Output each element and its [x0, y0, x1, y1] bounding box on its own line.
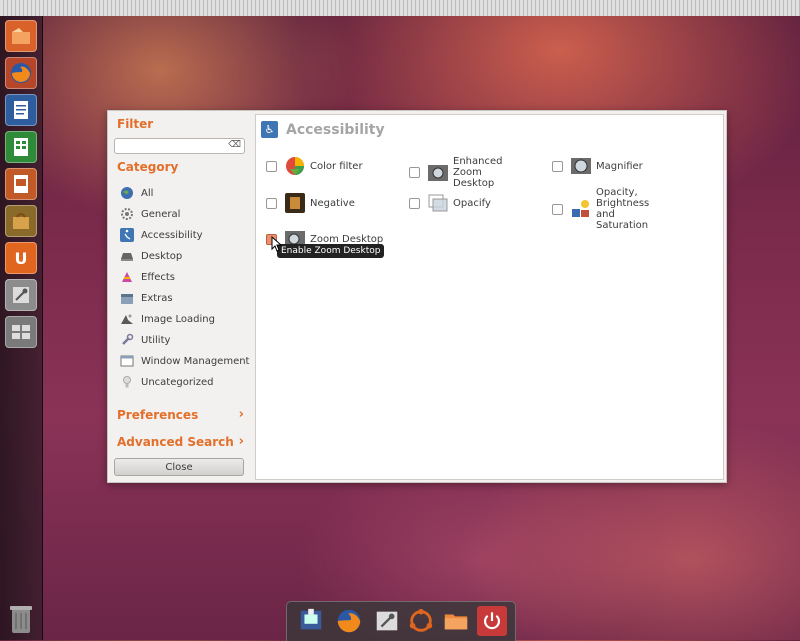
category-extras[interactable]: Extras	[120, 289, 173, 307]
globe-icon	[121, 187, 133, 199]
chevron-right-icon: ›	[238, 434, 244, 449]
mouse-cursor-icon	[271, 236, 283, 252]
plugin-checkbox[interactable]	[266, 160, 277, 172]
sidebar: Filter ⌫ Category All General Accessibil…	[108, 111, 254, 482]
plugin-checkbox[interactable]	[409, 167, 420, 178]
writer-icon[interactable]	[5, 94, 37, 126]
chevron-right-icon: ›	[238, 407, 244, 422]
color-filter-icon	[286, 157, 304, 175]
plugin-label: Negative	[310, 197, 355, 209]
category-all[interactable]: All	[120, 184, 153, 202]
software-center-icon[interactable]	[5, 205, 37, 237]
category-label: Desktop	[141, 250, 183, 262]
plugin-color-filter[interactable]: Color filter	[266, 156, 363, 176]
svg-text:U: U	[15, 249, 28, 268]
window-management-icon	[120, 355, 134, 367]
folder-icon[interactable]	[441, 606, 471, 636]
desktop-icon	[121, 253, 133, 261]
plugin-negative[interactable]: Negative	[266, 193, 355, 213]
calc-icon[interactable]	[5, 131, 37, 163]
page-title: Accessibility	[286, 122, 385, 138]
plugin-checkbox[interactable]	[409, 197, 420, 209]
close-button[interactable]: Close	[114, 458, 244, 476]
category-label: Uncategorized	[141, 376, 214, 388]
category-uncategorized[interactable]: Uncategorized	[120, 373, 213, 391]
home-folder-icon[interactable]	[5, 20, 37, 52]
impress-icon[interactable]	[5, 168, 37, 200]
launcher: U	[0, 16, 43, 640]
plugin-label: Zoom Desktop	[310, 233, 384, 245]
image-loading-icon	[121, 314, 133, 324]
plugin-label: Color filter	[310, 160, 363, 172]
category-label: Effects	[141, 271, 175, 283]
plugin-opacity-brightness-saturation[interactable]: Opacity, Brightness and Saturation	[552, 187, 662, 231]
plugin-checkbox[interactable]	[552, 203, 563, 215]
opacify-icon	[428, 194, 448, 212]
settings-manager-icon[interactable]	[5, 279, 37, 311]
negative-icon	[285, 193, 305, 213]
category-label: Utility	[141, 334, 171, 346]
plugin-label: Opacify	[453, 197, 491, 209]
top-panel	[0, 0, 800, 16]
category-image-loading[interactable]: Image Loading	[120, 310, 215, 328]
category-general[interactable]: General	[120, 205, 180, 223]
plugin-checkbox[interactable]	[266, 197, 277, 209]
plugins-panel: ♿ Accessibility Color filter Enhanced Zo…	[255, 114, 724, 480]
dock	[286, 601, 516, 641]
search-input[interactable]: ⌫	[114, 138, 245, 154]
category-accessibility[interactable]: Accessibility	[120, 226, 203, 244]
plugin-magnifier[interactable]: Magnifier	[552, 156, 643, 176]
plugin-checkbox[interactable]	[552, 160, 563, 172]
ubuntu-one-icon[interactable]: U	[5, 242, 37, 274]
category-label: Image Loading	[141, 313, 215, 325]
utility-icon	[122, 333, 134, 345]
category-window-management[interactable]: Window Management	[120, 352, 249, 370]
category-label: Window Management	[141, 355, 250, 367]
category-desktop[interactable]: Desktop	[120, 247, 182, 265]
accessibility-icon	[120, 228, 134, 242]
category-label: General	[141, 208, 181, 220]
clear-icon[interactable]: ⌫	[228, 140, 241, 150]
opacity-brightness-icon	[572, 200, 589, 217]
advanced-search-link[interactable]: Advanced Search ›	[117, 434, 247, 449]
magnifier-icon	[571, 158, 591, 174]
category-utility[interactable]: Utility	[120, 331, 170, 349]
category-effects[interactable]: Effects	[120, 268, 175, 286]
preferences-label: Preferences	[117, 408, 199, 422]
plugin-label: Enhanced Zoom Desktop	[453, 156, 503, 189]
category-heading: Category	[117, 160, 179, 174]
plugin-label: Opacity, Brightness and Saturation	[596, 187, 650, 231]
plugin-label: Magnifier	[596, 160, 643, 172]
trash-icon[interactable]	[6, 603, 36, 635]
enhanced-zoom-icon	[428, 164, 448, 181]
gear-icon	[121, 208, 133, 220]
filter-heading: Filter	[117, 117, 154, 131]
preferences-link[interactable]: Preferences ›	[117, 407, 247, 422]
category-label: Extras	[141, 292, 173, 304]
ubuntu-logo-icon[interactable]	[406, 606, 436, 636]
firefox-icon[interactable]	[5, 57, 37, 89]
firefox-icon[interactable]	[334, 606, 364, 636]
uncategorized-icon	[123, 376, 131, 388]
ccsm-dialog: Filter ⌫ Category All General Accessibil…	[107, 110, 727, 483]
advanced-search-label: Advanced Search	[117, 435, 234, 449]
plugin-enhanced-zoom-desktop[interactable]: Enhanced Zoom Desktop	[409, 156, 519, 189]
accessibility-icon: ♿	[261, 121, 278, 138]
plugin-opacify[interactable]: Opacify	[409, 193, 491, 213]
tooltip: Enable Zoom Desktop	[277, 244, 385, 258]
effects-icon	[122, 272, 132, 282]
power-icon[interactable]	[477, 606, 507, 636]
settings-manager-icon[interactable]	[372, 606, 402, 636]
installer-icon[interactable]	[296, 606, 326, 636]
category-label: All	[141, 187, 154, 199]
category-label: Accessibility	[141, 229, 203, 241]
extras-icon	[121, 294, 133, 304]
workspace-switcher-icon[interactable]	[5, 316, 37, 348]
